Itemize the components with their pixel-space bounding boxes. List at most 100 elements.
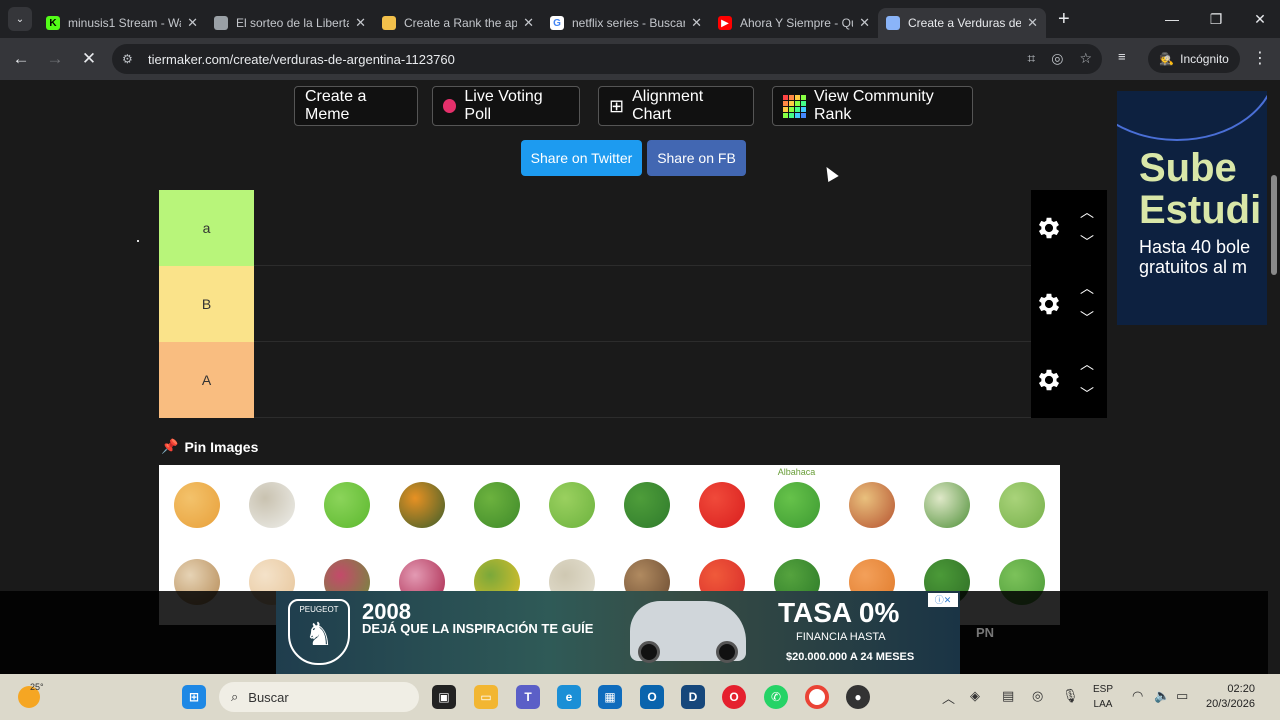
tier-label[interactable]: A — [159, 342, 254, 418]
vegetable-image[interactable] — [309, 467, 384, 542]
vegetable-image[interactable] — [684, 467, 759, 542]
tier-drop-zone[interactable] — [254, 190, 1031, 265]
site-info-icon[interactable]: ⚙ — [122, 52, 140, 66]
peugeot-ad[interactable]: PEUGEOT ♞ 2008 DEJÁ QUE LA INSPIRACIÓN TE… — [276, 591, 960, 674]
gear-icon[interactable] — [1035, 214, 1063, 242]
move-up-chevron-icon[interactable]: ︿ — [1077, 278, 1097, 298]
file-explorer-icon[interactable]: ▭ — [474, 685, 498, 709]
ad-choices-icon[interactable]: ⓘ✕ — [928, 593, 958, 607]
share-fb-button[interactable]: Share on FB — [647, 140, 746, 176]
opera-icon[interactable]: O — [722, 685, 746, 709]
media-queue-icon[interactable]: ≡ — [1118, 49, 1126, 64]
tab-close-icon[interactable]: ✕ — [1027, 15, 1038, 31]
move-up-chevron-icon[interactable]: ︿ — [1077, 202, 1097, 222]
task-view-icon[interactable]: ▣ — [432, 685, 456, 709]
vegetable-image[interactable] — [609, 467, 684, 542]
tier-drop-zone[interactable] — [254, 266, 1031, 341]
battery-icon[interactable]: ▭ — [1176, 688, 1188, 704]
move-down-chevron-icon[interactable]: ﹀ — [1077, 384, 1097, 404]
address-bar[interactable]: ⚙ tiermaker.com/create/verduras-de-argen… — [112, 44, 1102, 74]
language-indicator[interactable]: ESP LAA — [1093, 682, 1113, 712]
browser-tab[interactable]: Create a Rank the app ✕ — [374, 8, 542, 38]
gear-icon[interactable] — [1035, 366, 1063, 394]
volume-icon[interactable]: 🔈 — [1154, 688, 1170, 704]
vegetable-image[interactable]: Albahaca — [759, 467, 834, 542]
tray-app-icon[interactable]: ◈ — [970, 688, 980, 704]
page-scrollbar[interactable] — [1268, 80, 1280, 674]
pin-images-label: Pin Images — [184, 438, 259, 455]
new-tab-button[interactable]: + — [1058, 8, 1070, 31]
vegetable-image[interactable] — [909, 467, 984, 542]
tier-label[interactable]: a — [159, 190, 254, 266]
tab-close-icon[interactable]: ✕ — [523, 15, 534, 31]
chrome-icon[interactable] — [805, 685, 829, 709]
whatsapp-icon[interactable]: ✆ — [764, 685, 788, 709]
forward-button[interactable]: → — [38, 49, 72, 69]
browser-tab[interactable]: Create a Verduras de ✕ — [878, 8, 1046, 38]
gear-icon[interactable] — [1035, 290, 1063, 318]
create-meme-label: Create a Meme — [305, 88, 367, 123]
vegetable-shape — [623, 481, 670, 528]
edge-icon[interactable]: e — [557, 685, 581, 709]
outlook-icon[interactable]: O — [640, 685, 664, 709]
teams-icon[interactable]: T — [516, 685, 540, 709]
tab-close-icon[interactable]: ✕ — [355, 15, 366, 31]
taskbar-search[interactable]: ⌕ Buscar — [219, 682, 419, 712]
tray-app-icon[interactable]: ◎ — [1032, 688, 1043, 704]
scroll-thumb[interactable] — [1271, 175, 1277, 275]
tracking-protection-icon[interactable]: ◎ — [1051, 50, 1063, 67]
tab-close-icon[interactable]: ✕ — [859, 15, 870, 31]
live-voting-poll-button[interactable]: Live Voting Poll — [432, 86, 580, 126]
tab-close-icon[interactable]: ✕ — [691, 15, 702, 31]
translate-icon[interactable]: ⌗ — [1027, 50, 1035, 67]
move-down-chevron-icon[interactable]: ﹀ — [1077, 232, 1097, 252]
vegetable-image[interactable] — [984, 467, 1059, 542]
vegetable-image[interactable] — [459, 467, 534, 542]
store-icon[interactable]: ▦ — [598, 685, 622, 709]
app-icon[interactable]: ● — [846, 685, 870, 709]
vegetable-image[interactable] — [384, 467, 459, 542]
vegetable-shape — [398, 481, 445, 528]
right-ad-banner[interactable]: Sube Estudi Hasta 40 bole gratuitos al m — [1117, 91, 1267, 325]
move-down-chevron-icon[interactable]: ﹀ — [1077, 308, 1097, 328]
browser-tab[interactable]: El sorteo de la Liberta ✕ — [206, 8, 374, 38]
ad-tagline: DEJÁ QUE LA INSPIRACIÓN TE GUÍE — [362, 621, 594, 636]
wifi-icon[interactable]: ◠ — [1132, 688, 1143, 704]
tab-search-button[interactable]: ⌄ — [8, 7, 32, 31]
minimize-button[interactable]: — — [1150, 0, 1194, 38]
disney-icon[interactable]: D — [681, 685, 705, 709]
move-up-chevron-icon[interactable]: ︿ — [1077, 354, 1097, 374]
alignment-chart-button[interactable]: ⊞ Alignment Chart — [598, 86, 754, 126]
vegetable-image[interactable] — [234, 467, 309, 542]
browser-tab[interactable]: Kminusis1 Stream - Wa ✕ — [38, 8, 206, 38]
share-twitter-button[interactable]: Share on Twitter — [521, 140, 642, 176]
create-meme-button[interactable]: Create a Meme — [294, 86, 418, 126]
restore-button[interactable]: ❐ — [1194, 0, 1238, 38]
vegetable-image[interactable] — [534, 467, 609, 542]
browser-menu-icon[interactable]: ⋮ — [1252, 48, 1268, 68]
tab-close-icon[interactable]: ✕ — [187, 15, 198, 31]
vegetable-image[interactable] — [834, 467, 909, 542]
view-community-rank-button[interactable]: View Community Rank — [772, 86, 973, 126]
incognito-badge[interactable]: 🕵 Incógnito — [1148, 45, 1240, 73]
tray-expand-icon[interactable]: ︿ — [942, 688, 955, 707]
stop-loading-button[interactable]: ✕ — [72, 49, 106, 69]
microphone-icon[interactable]: 🎙 — [1062, 688, 1079, 704]
bookmark-star-icon[interactable]: ☆ — [1079, 50, 1092, 67]
share-twitter-label: Share on Twitter — [530, 150, 633, 166]
tier-label[interactable]: B — [159, 266, 254, 342]
ad-line4: gratuitos al m — [1139, 257, 1248, 277]
vegetable-shape — [698, 481, 745, 528]
browser-tab[interactable]: ▶ Ahora Y Siempre - Qu ✕ — [710, 8, 878, 38]
back-button[interactable]: ← — [4, 49, 38, 69]
tier-drop-zone[interactable] — [254, 342, 1031, 417]
tray-app-icon[interactable]: ▤ — [1002, 688, 1014, 704]
vegetable-image[interactable] — [159, 467, 234, 542]
weather-widget[interactable]: 25° — [18, 680, 44, 708]
close-window-button[interactable]: ✕ — [1238, 0, 1280, 38]
browser-tab[interactable]: Gnetflix series - Buscar ✕ — [542, 8, 710, 38]
windows-start-icon[interactable]: ⊞ — [182, 685, 206, 709]
pin-images-toggle[interactable]: 📌 Pin Images — [161, 438, 258, 455]
ad-side-text: PN — [976, 625, 995, 640]
system-clock[interactable]: 02:20 20/3/2026 — [1206, 682, 1255, 712]
